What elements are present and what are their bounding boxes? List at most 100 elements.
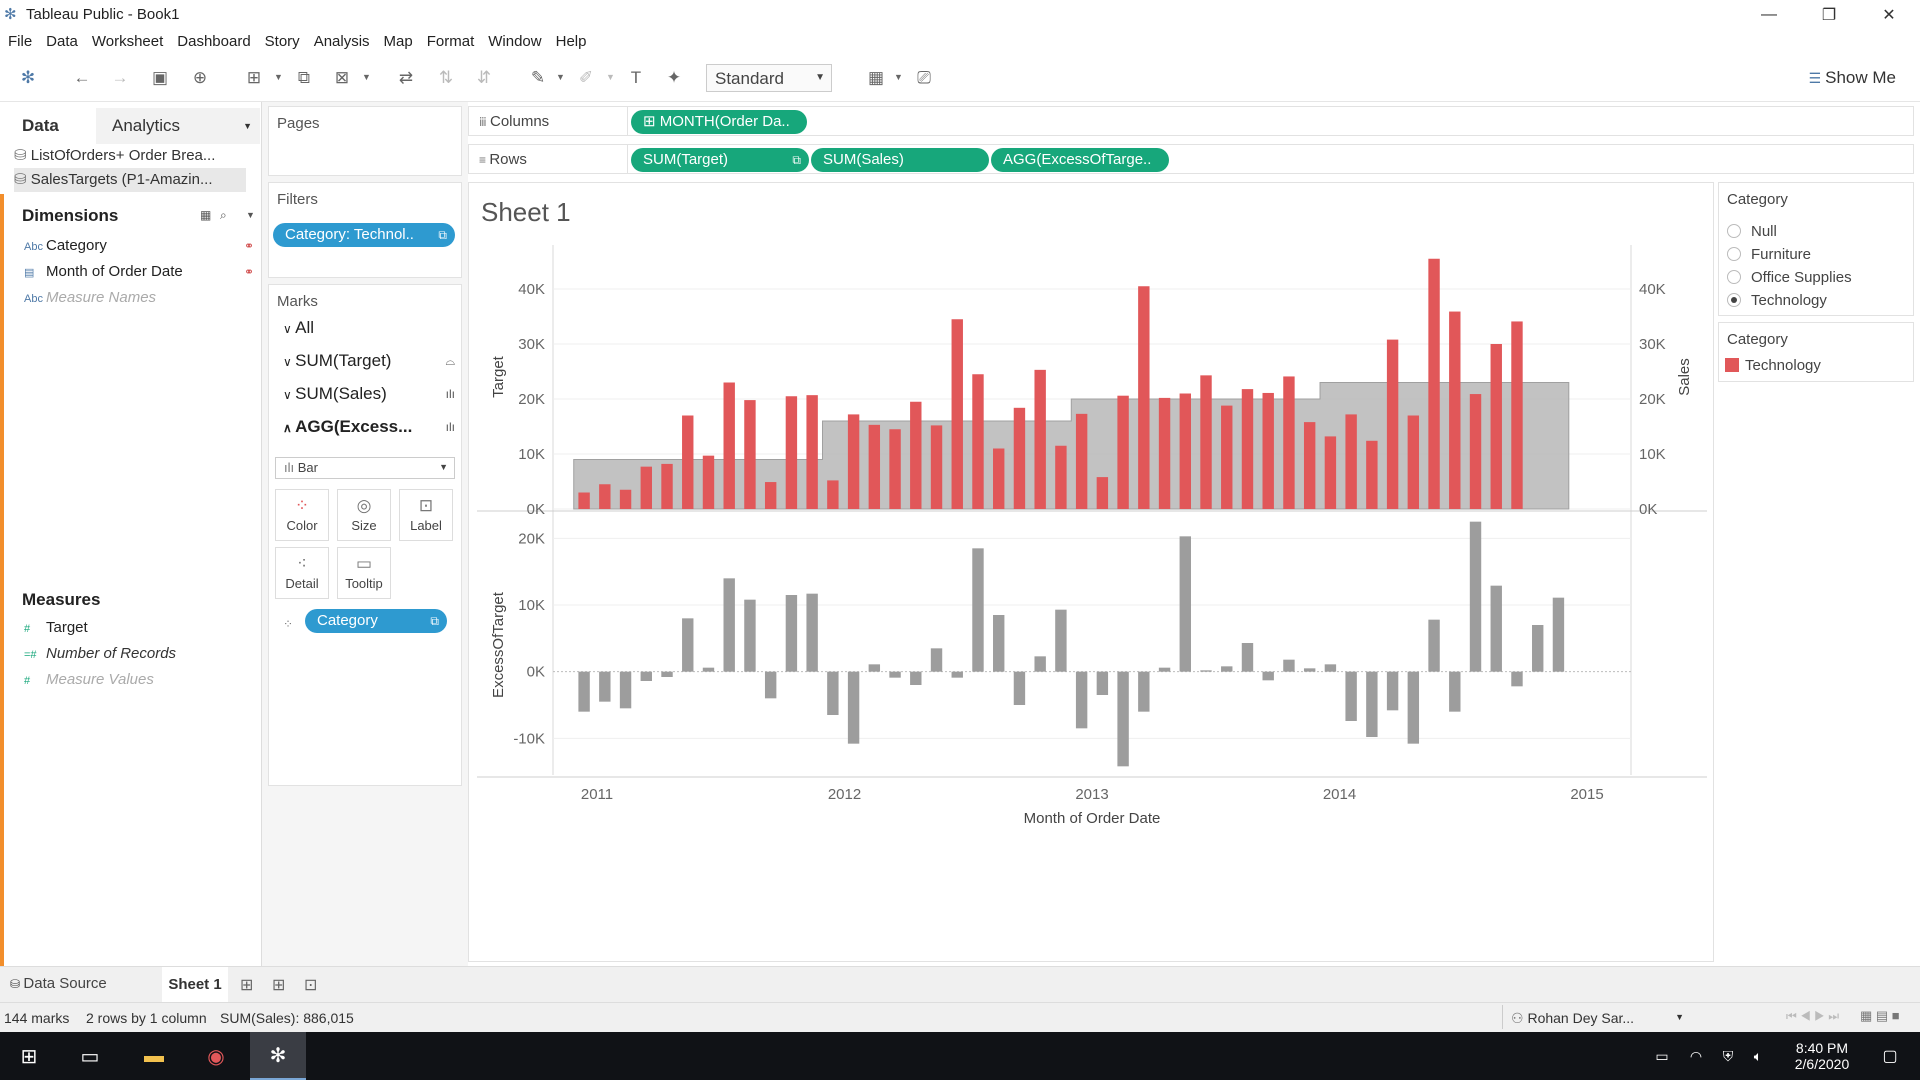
filter-pill-category[interactable]: Category: Technol.. ⧉ <box>273 223 455 247</box>
chevron-down-icon[interactable]: ▼ <box>274 72 283 82</box>
chrome-icon[interactable]: ◉ <box>190 1032 242 1080</box>
filters-card[interactable]: Filters Category: Technol.. ⧉ <box>268 182 462 278</box>
menu-file[interactable]: File <box>8 30 32 54</box>
marks-row-sum-sales[interactable]: ∨ SUM(Sales) ılı <box>283 379 463 409</box>
sheet-nav-icon[interactable]: ⏮ ◀ ▶ ⏭ <box>1786 1009 1839 1024</box>
rows-pill-agg-excess[interactable]: AGG(ExcessOfTarge.. <box>991 148 1169 172</box>
filter-option-office-supplies[interactable]: Office Supplies <box>1727 267 1852 289</box>
marks-row-agg-excess[interactable]: ∧ AGG(Excess... ılı <box>283 412 463 442</box>
user-menu[interactable]: ⚇ Rohan Dey Sar... ▼ <box>1502 1005 1692 1029</box>
redo-icon[interactable]: → <box>108 66 132 90</box>
measure-target[interactable]: # Target <box>24 616 88 640</box>
restore-icon[interactable]: ❐ <box>1806 0 1852 30</box>
wifi-icon[interactable]: ◠ <box>1684 1032 1708 1080</box>
tab-data[interactable]: Data <box>0 108 96 144</box>
minimize-icon[interactable]: — <box>1746 0 1792 30</box>
clock[interactable]: 8:40 PM 2/6/2020 <box>1780 1032 1864 1080</box>
dimension-measure-names[interactable]: Abc Measure Names <box>24 286 156 310</box>
chart-canvas[interactable]: 0K 0K 10K 10K 20K 20K 30K 30K 40K 40K Target Sales -… <box>469 235 1713 961</box>
measure-number-of-records[interactable]: =# Number of Records <box>24 642 176 666</box>
chevron-down-icon[interactable]: ▼ <box>246 210 255 220</box>
new-worksheet-icon[interactable]: ⊞ <box>242 66 266 90</box>
close-icon[interactable]: ✕ <box>1866 0 1912 30</box>
new-story-icon[interactable]: ⊡ <box>304 975 317 995</box>
legend-item-technology[interactable]: Technology <box>1725 357 1821 374</box>
fit-select[interactable]: Standard ▼ <box>706 64 832 92</box>
show-labels-icon[interactable]: T <box>624 66 648 90</box>
marks-row-all[interactable]: ∨ All <box>283 313 463 343</box>
file-explorer-icon[interactable]: ▬ <box>128 1032 180 1080</box>
marks-row-sum-target[interactable]: ∨ SUM(Target) ⌓ <box>283 346 463 376</box>
show-me-label: Show Me <box>1825 68 1896 87</box>
chevron-down-icon[interactable]: ▼ <box>362 72 371 82</box>
data-source-item[interactable]: ⛁ ListOfOrders+ Order Brea... <box>14 144 246 168</box>
filter-option-furniture[interactable]: Furniture <box>1727 244 1811 266</box>
rows-pill-sum-sales[interactable]: SUM(Sales) <box>811 148 989 172</box>
label-button[interactable]: ⊡ Label <box>399 489 453 541</box>
presentation-mode-icon[interactable]: ⎚ <box>912 66 936 90</box>
columns-pill-month-order-date[interactable]: ⊞ MONTH(Order Da.. <box>631 110 807 134</box>
show-cards-icon[interactable]: ▦ <box>864 66 888 90</box>
menu-format[interactable]: Format <box>427 30 475 54</box>
pages-card[interactable]: Pages <box>268 106 462 176</box>
security-icon[interactable]: ⛨ <box>1716 1032 1740 1080</box>
dimension-category[interactable]: Abc Category ⚭ <box>24 234 254 258</box>
tableau-home-icon[interactable]: ✻ <box>16 66 40 90</box>
sort-descending-icon[interactable]: ⇵ <box>472 66 496 90</box>
menu-help[interactable]: Help <box>556 30 587 54</box>
filter-option-technology[interactable]: Technology <box>1727 290 1827 312</box>
new-worksheet-icon[interactable]: ⊞ <box>240 975 253 995</box>
show-me-button[interactable]: ☰ Show Me <box>1809 68 1896 88</box>
search-icon[interactable]: ⌕ <box>220 208 227 223</box>
tooltip-button[interactable]: ▭ Tooltip <box>337 547 391 599</box>
swap-rows-columns-icon[interactable]: ⇄ <box>394 66 418 90</box>
volume-icon[interactable]: 🔈︎ <box>1746 1032 1770 1080</box>
dimension-month-of-order-date[interactable]: ▤ Month of Order Date ⚭ <box>24 260 254 284</box>
tab-analytics[interactable]: Analytics ▼ <box>96 108 260 144</box>
group-icon[interactable]: ✐ <box>574 66 598 90</box>
tab-data-source[interactable]: ⛁ Data Source <box>10 975 107 992</box>
data-source-item[interactable]: ⛁ SalesTargets (P1-Amazin... <box>14 168 246 192</box>
chevron-down-icon[interactable]: ▼ <box>556 72 565 82</box>
menu-worksheet[interactable]: Worksheet <box>92 30 163 54</box>
duplicate-sheet-icon[interactable]: ⧉ <box>292 66 316 90</box>
chevron-down-icon[interactable]: ▼ <box>894 72 903 82</box>
radio-icon <box>1727 247 1741 261</box>
menu-data[interactable]: Data <box>46 30 78 54</box>
rows-shelf[interactable]: ≡ Rows SUM(Target) ⧉ SUM(Sales) AGG(Exces… <box>468 144 1914 174</box>
mark-type-select[interactable]: ılı Bar ▼ <box>275 457 455 479</box>
color-icon: ⁘ <box>294 496 310 515</box>
menu-analysis[interactable]: Analysis <box>314 30 370 54</box>
new-dashboard-icon[interactable]: ⊞ <box>272 975 285 995</box>
chevron-down-icon[interactable]: ▼ <box>606 72 615 82</box>
detail-button[interactable]: ⁖ Detail <box>275 547 329 599</box>
save-icon[interactable]: ▣ <box>148 66 172 90</box>
notifications-icon[interactable]: ▢ <box>1870 1032 1910 1080</box>
task-view-icon[interactable]: ▭ <box>64 1032 116 1080</box>
menu-map[interactable]: Map <box>384 30 413 54</box>
columns-shelf[interactable]: ⅲ Columns ⊞ MONTH(Order Da.. <box>468 106 1914 136</box>
view-data-icon[interactable]: ▦ <box>200 208 211 222</box>
menu-story[interactable]: Story <box>265 30 300 54</box>
filter-option-null[interactable]: Null <box>1727 221 1777 243</box>
undo-icon[interactable]: ← <box>70 66 94 90</box>
windows-start-icon[interactable]: ⊞ <box>0 1032 58 1080</box>
battery-icon[interactable]: ▭ <box>1650 1032 1674 1080</box>
menu-window[interactable]: Window <box>488 30 541 54</box>
sort-ascending-icon[interactable]: ⇅ <box>434 66 458 90</box>
pin-icon[interactable]: ✦ <box>662 66 686 90</box>
highlight-icon[interactable]: ✎ <box>526 66 550 90</box>
tableau-taskbar-icon[interactable]: ✻ <box>250 1032 306 1080</box>
rows-pill-sum-target[interactable]: SUM(Target) ⧉ <box>631 148 809 172</box>
tab-sheet-1[interactable]: Sheet 1 <box>162 967 228 1002</box>
color-pill-category[interactable]: Category ⧉ <box>305 609 447 633</box>
new-data-source-icon[interactable]: ⊕ <box>188 66 212 90</box>
menu-dashboard[interactable]: Dashboard <box>177 30 250 54</box>
sheet-sorter-icon[interactable]: ▦ ▤ ■ <box>1860 1008 1900 1024</box>
size-button[interactable]: ◎ Size <box>337 489 391 541</box>
excess-bar <box>764 671 777 699</box>
clear-sheet-icon[interactable]: ⊠ <box>330 66 354 90</box>
color-button[interactable]: ⁘ Color <box>275 489 329 541</box>
measure-measure-values[interactable]: # Measure Values <box>24 668 154 692</box>
sales-bar <box>744 400 756 509</box>
